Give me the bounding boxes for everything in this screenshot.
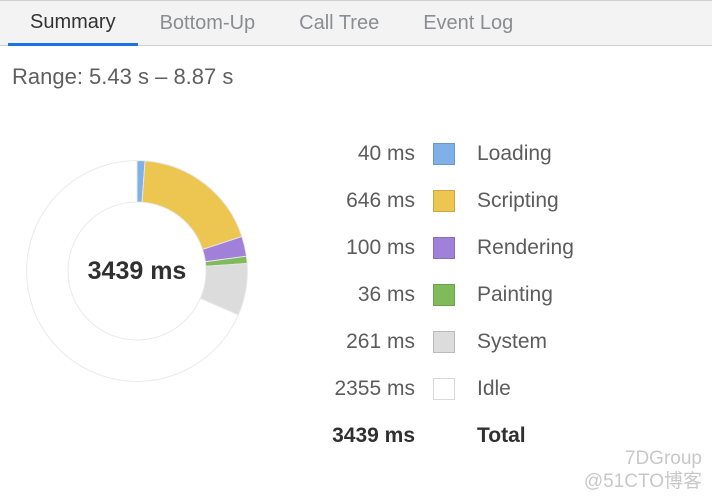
legend-swatch-rendering — [433, 237, 455, 259]
legend-row-total: 3439 ms Total — [300, 412, 712, 459]
legend-value: 36 ms — [300, 283, 415, 307]
legend-value: 646 ms — [300, 189, 415, 213]
legend-swatch-scripting — [433, 190, 455, 212]
donut-center-label: 3439 ms — [22, 156, 252, 386]
legend-value: 40 ms — [300, 142, 415, 166]
legend-swatch-idle — [433, 378, 455, 400]
legend-row-system: 261 ms System — [300, 318, 712, 365]
watermark-line2: @51CTO博客 — [584, 470, 702, 494]
legend-label: Scripting — [477, 189, 559, 213]
legend-swatch-system — [433, 331, 455, 353]
summary-content: 3439 ms 40 ms Loading 646 ms Scripting 1… — [0, 100, 712, 459]
legend-value: 2355 ms — [300, 377, 415, 401]
donut-chart: 3439 ms — [22, 156, 252, 386]
legend-value: 261 ms — [300, 330, 415, 354]
legend-swatch-painting — [433, 284, 455, 306]
legend-swatch-loading — [433, 143, 455, 165]
legend-label: Rendering — [477, 236, 574, 260]
tab-event-log[interactable]: Event Log — [401, 1, 535, 45]
tab-bar: Summary Bottom-Up Call Tree Event Log — [0, 0, 712, 46]
legend-value: 100 ms — [300, 236, 415, 260]
legend-label: Loading — [477, 142, 552, 166]
legend-row-painting: 36 ms Painting — [300, 271, 712, 318]
tab-bottom-up[interactable]: Bottom-Up — [138, 1, 278, 45]
legend-row-scripting: 646 ms Scripting — [300, 177, 712, 224]
legend-label: Painting — [477, 283, 553, 307]
donut-chart-wrap: 3439 ms — [0, 130, 300, 386]
range-label: Range: 5.43 s – 8.87 s — [0, 46, 712, 100]
tab-call-tree[interactable]: Call Tree — [277, 1, 401, 45]
legend-label: Idle — [477, 377, 511, 401]
legend-total-value: 3439 ms — [300, 424, 415, 448]
legend-row-idle: 2355 ms Idle — [300, 365, 712, 412]
legend-row-loading: 40 ms Loading — [300, 130, 712, 177]
tab-summary[interactable]: Summary — [8, 1, 138, 46]
legend-total-label: Total — [477, 424, 526, 448]
legend: 40 ms Loading 646 ms Scripting 100 ms Re… — [300, 130, 712, 459]
legend-row-rendering: 100 ms Rendering — [300, 224, 712, 271]
legend-label: System — [477, 330, 547, 354]
